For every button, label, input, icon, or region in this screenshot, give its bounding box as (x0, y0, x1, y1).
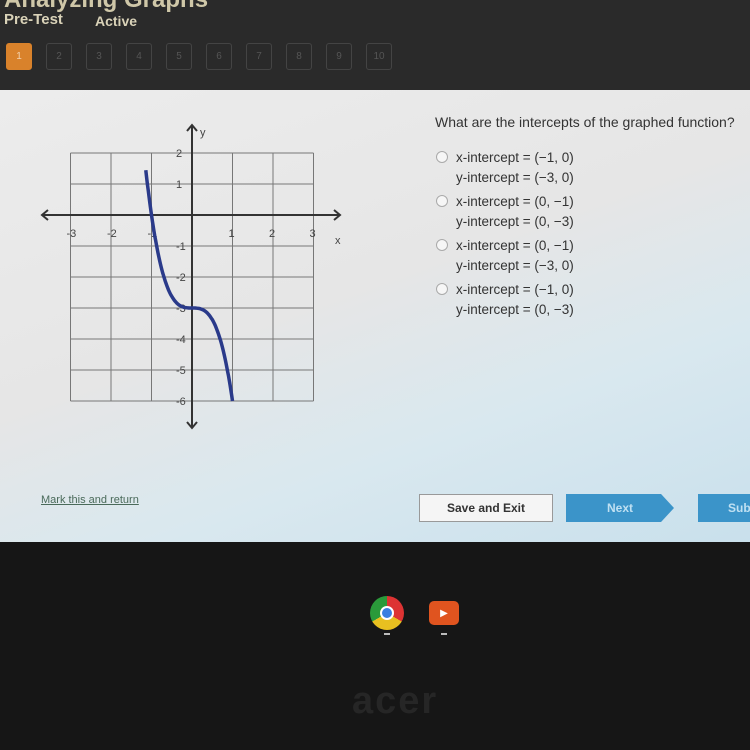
y-tick-label: -5 (176, 365, 186, 377)
youtube-icon[interactable]: ▶ (429, 601, 459, 625)
y-intercept-text: y-intercept = (0, −3) (456, 214, 574, 229)
x-axis-label: x (335, 235, 341, 247)
save-and-exit-button[interactable]: Save and Exit (419, 494, 553, 522)
x-intercept-text: x-intercept = (0, −1) (456, 194, 574, 209)
y-tick-label: -6 (176, 396, 186, 408)
answer-option[interactable]: x-intercept = (−1, 0) y-intercept = (−3, … (436, 148, 574, 188)
radio-button[interactable] (436, 195, 448, 207)
x-intercept-text: x-intercept = (−1, 0) (456, 150, 574, 165)
y-intercept-text: y-intercept = (−3, 0) (456, 170, 574, 185)
answer-option[interactable]: x-intercept = (0, −1) y-intercept = (−3, … (436, 236, 574, 276)
x-tick-label: 3 (310, 228, 316, 240)
radio-button[interactable] (436, 151, 448, 163)
y-axis-label: y (200, 127, 206, 139)
graph: yx-3 -2 -1 1 2 321-1-2-3-4-5-6 (40, 123, 342, 430)
mark-and-return-link[interactable]: Mark this and return (41, 494, 139, 506)
x-tick-label: -3 (67, 228, 77, 240)
x-intercept-text: x-intercept = (0, −1) (456, 238, 574, 253)
y-tick-label: -4 (176, 334, 186, 346)
y-tick-label: -1 (176, 241, 186, 253)
submit-button[interactable]: Submit (698, 494, 750, 522)
x-tick-label: 2 (269, 228, 275, 240)
running-indicator (384, 633, 390, 635)
y-tick-label: 1 (176, 179, 182, 191)
x-tick-label: -2 (107, 228, 117, 240)
answer-options: x-intercept = (−1, 0) y-intercept = (−3, … (436, 148, 574, 324)
y-intercept-text: y-intercept = (−3, 0) (456, 258, 574, 273)
answer-option[interactable]: x-intercept = (−1, 0) y-intercept = (0, −… (436, 280, 574, 320)
y-tick-label: -2 (176, 272, 186, 284)
running-indicator (441, 633, 447, 635)
chrome-icon[interactable] (370, 596, 404, 630)
question-text: What are the intercepts of the graphed f… (435, 114, 735, 130)
x-tick-label: 1 (229, 228, 235, 240)
acer-logo: acer (352, 680, 439, 722)
y-tick-label: 2 (176, 148, 182, 160)
answer-option[interactable]: x-intercept = (0, −1) y-intercept = (0, −… (436, 192, 574, 232)
radio-button[interactable] (436, 239, 448, 251)
radio-button[interactable] (436, 283, 448, 295)
y-intercept-text: y-intercept = (0, −3) (456, 302, 574, 317)
function-curve (144, 170, 235, 402)
next-button[interactable]: Next (566, 494, 674, 522)
x-intercept-text: x-intercept = (−1, 0) (456, 282, 574, 297)
